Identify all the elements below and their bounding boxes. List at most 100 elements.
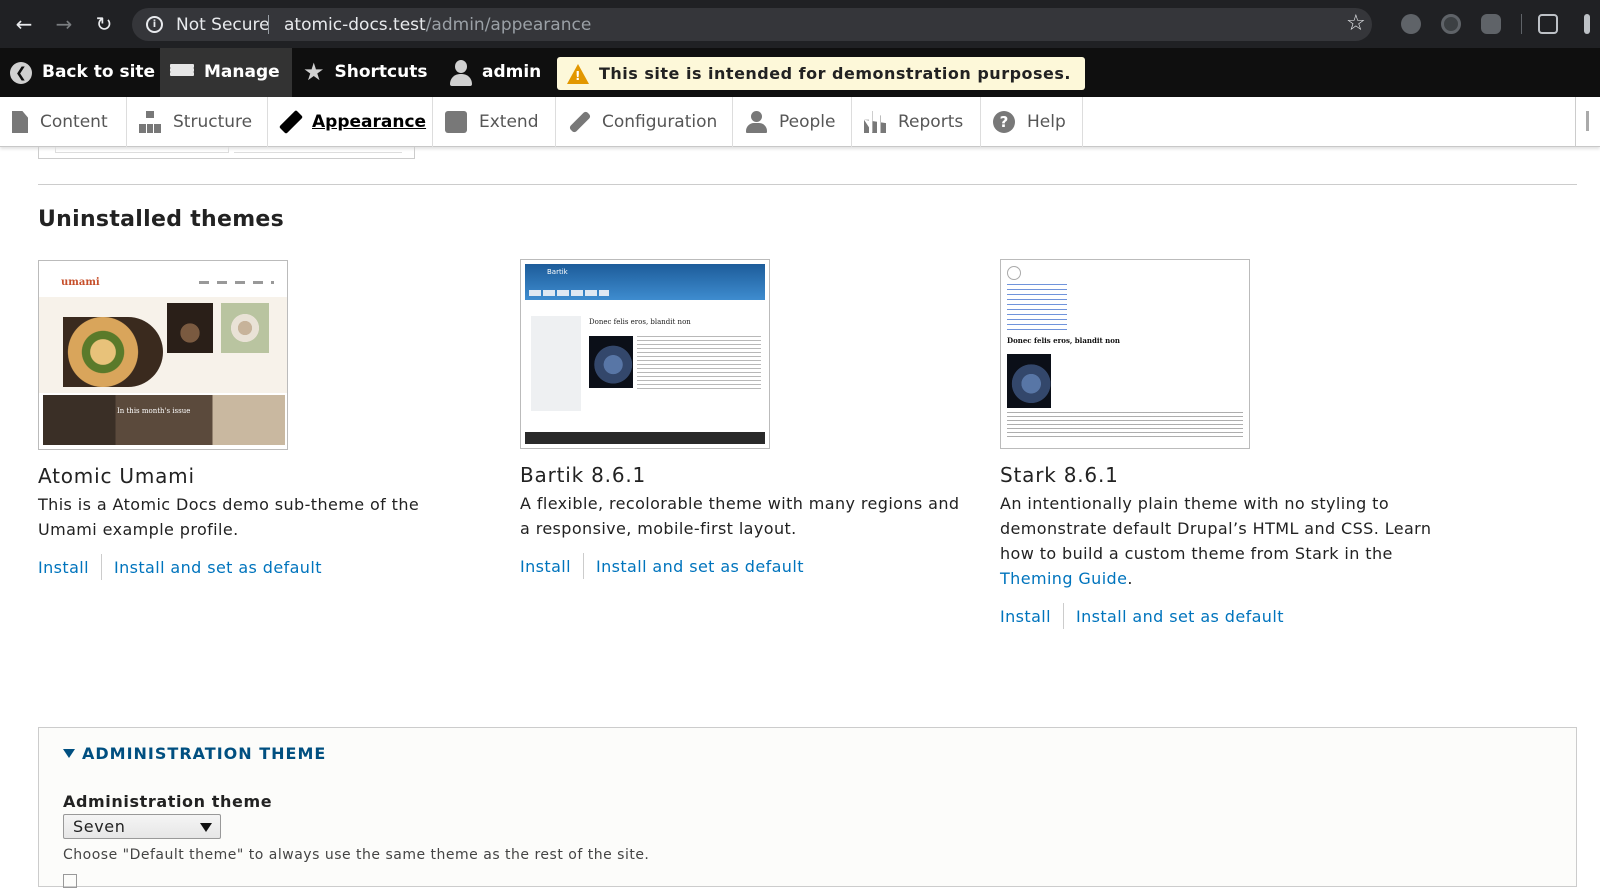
food-image: [167, 303, 213, 353]
theme-name: Atomic Umami: [38, 464, 195, 488]
screenshot-banner: [43, 395, 285, 445]
reload-icon[interactable]: ↻: [92, 12, 116, 36]
forward-arrow-icon[interactable]: →: [52, 12, 76, 36]
screenshot-tabs: [529, 290, 609, 296]
link-separator: [1062, 603, 1064, 629]
url-text[interactable]: atomic-docs.test/admin/appearance: [284, 15, 591, 35]
shortcuts-tab[interactable]: ★ Shortcuts: [303, 48, 427, 97]
demo-warning-text: This site is intended for demonstration …: [599, 64, 1072, 83]
extension-icon[interactable]: [1441, 14, 1461, 34]
theme-screenshot: Bartik Donec felis eros, blandit non: [520, 259, 770, 449]
manage-tab[interactable]: Manage: [160, 48, 292, 97]
details-summary[interactable]: ADMINISTRATION THEME: [63, 744, 326, 763]
admin-theme-select[interactable]: Seven: [63, 814, 221, 839]
tray-item-appearance[interactable]: Appearance: [268, 97, 433, 147]
theme-card-bartik: Bartik Donec felis eros, blandit non Bar…: [520, 259, 960, 579]
screenshot-text: [637, 336, 761, 392]
paintbrush-icon: [278, 109, 304, 135]
description-text: An intentionally plain theme with no sty…: [1000, 494, 1432, 563]
earth-image: [589, 336, 633, 388]
theme-card-atomic-umami: umami In this month's issue Atomic Umami…: [38, 260, 478, 580]
food-image: [221, 303, 269, 353]
admin-tray: Content Structure Appearance Extend Conf…: [0, 97, 1600, 147]
install-link[interactable]: Install: [38, 558, 89, 577]
puzzle-icon: [445, 111, 467, 133]
admin-toolbar: ❮ Back to site Manage ★ Shortcuts admin …: [0, 48, 1600, 97]
file-icon: [12, 111, 28, 133]
demo-warning-banner: ! This site is intended for demonstratio…: [557, 57, 1086, 90]
back-to-site-label: Back to site: [42, 62, 156, 82]
admin-theme-help: Choose "Default theme" to always use the…: [63, 847, 650, 863]
user-icon: [450, 59, 472, 86]
tray-item-configuration[interactable]: Configuration: [556, 97, 733, 147]
theme-actions: Install Install and set as default: [38, 554, 478, 580]
tray-item-structure[interactable]: Structure: [127, 97, 268, 147]
install-default-link[interactable]: Install and set as default: [114, 558, 322, 577]
bar-chart-icon: [864, 111, 886, 133]
tray-item-content[interactable]: Content: [0, 97, 127, 147]
address-bar[interactable]: i Not Secure atomic-docs.test/admin/appe…: [132, 8, 1372, 41]
administration-theme-details: ADMINISTRATION THEME Administration them…: [38, 727, 1577, 888]
install-link[interactable]: Install: [520, 557, 571, 576]
use-admin-theme-checkbox[interactable]: [63, 874, 77, 888]
install-link[interactable]: Install: [1000, 607, 1051, 626]
tray-item-label: Help: [1027, 112, 1066, 132]
shortcuts-label: Shortcuts: [334, 62, 428, 82]
theme-screenshot: umami In this month's issue: [38, 260, 288, 450]
security-label: Not Secure: [176, 15, 270, 35]
wrench-icon: [568, 110, 592, 134]
tray-item-help[interactable]: ? Help: [981, 97, 1083, 147]
theme-name: Stark 8.6.1: [1000, 463, 1119, 487]
admin-theme-selected: Seven: [73, 817, 126, 836]
help-icon: ?: [993, 111, 1015, 133]
bookmark-star-icon[interactable]: ☆: [1346, 11, 1366, 37]
screenshot-text: [1007, 412, 1243, 440]
extension-gear-icon[interactable]: [1401, 14, 1421, 34]
tray-item-people[interactable]: People: [733, 97, 852, 147]
pocket-extension-icon[interactable]: [1481, 14, 1501, 34]
back-arrow-icon[interactable]: ←: [12, 12, 36, 36]
theming-guide-link[interactable]: Theming Guide: [1000, 569, 1127, 588]
details-summary-label: ADMINISTRATION THEME: [82, 744, 327, 763]
screenshot-links: [1007, 284, 1067, 334]
install-default-link[interactable]: Install and set as default: [1076, 607, 1284, 626]
tray-item-extend[interactable]: Extend: [433, 97, 556, 147]
tray-orientation-toggle[interactable]: [1575, 97, 1600, 147]
warning-icon: !: [567, 63, 589, 84]
section-title: Uninstalled themes: [38, 207, 285, 232]
section-divider: [38, 184, 1577, 185]
screenshot-footer: [525, 432, 765, 444]
toolbar-separator: [1521, 14, 1522, 34]
dropdown-caret-icon: [200, 823, 212, 832]
url-host: atomic-docs.test: [284, 15, 426, 35]
screenshot-heading: Donec felis eros, blandit non: [1007, 336, 1121, 345]
tray-item-label: Reports: [898, 112, 964, 132]
tray-item-label: People: [779, 112, 836, 132]
info-icon[interactable]: i: [146, 16, 163, 33]
theme-description: This is a Atomic Docs demo sub-theme of …: [38, 495, 420, 539]
url-separator: [268, 15, 269, 34]
star-icon: ★: [303, 58, 325, 86]
back-to-site-link[interactable]: ❮ Back to site: [10, 48, 155, 97]
tray-item-label: Extend: [479, 112, 539, 132]
screenshot-logo: [1007, 266, 1021, 280]
sitemap-icon: [139, 111, 161, 133]
theme-card-stark: Donec felis eros, blandit non Stark 8.6.…: [1000, 259, 1440, 629]
hamburger-icon: [170, 63, 194, 82]
tray-item-label: Configuration: [602, 112, 718, 132]
theme-screenshot: Donec felis eros, blandit non: [1000, 259, 1250, 449]
screenshot-banner-text: In this month's issue: [117, 407, 191, 415]
food-image: [63, 317, 163, 387]
theme-actions: Install Install and set as default: [1000, 603, 1440, 629]
tray-item-reports[interactable]: Reports: [852, 97, 981, 147]
install-default-link[interactable]: Install and set as default: [596, 557, 804, 576]
link-separator: [582, 553, 584, 579]
tray-item-label: Appearance: [312, 112, 427, 132]
incognito-icon[interactable]: [1538, 14, 1558, 34]
browser-menu-icon[interactable]: [1584, 14, 1590, 34]
theme-description: A flexible, recolorable theme with many …: [520, 494, 960, 538]
theme-description: An intentionally plain theme with no sty…: [1000, 491, 1440, 591]
earth-image: [1007, 354, 1051, 408]
people-icon: [745, 111, 767, 133]
user-tab[interactable]: admin: [450, 48, 541, 97]
